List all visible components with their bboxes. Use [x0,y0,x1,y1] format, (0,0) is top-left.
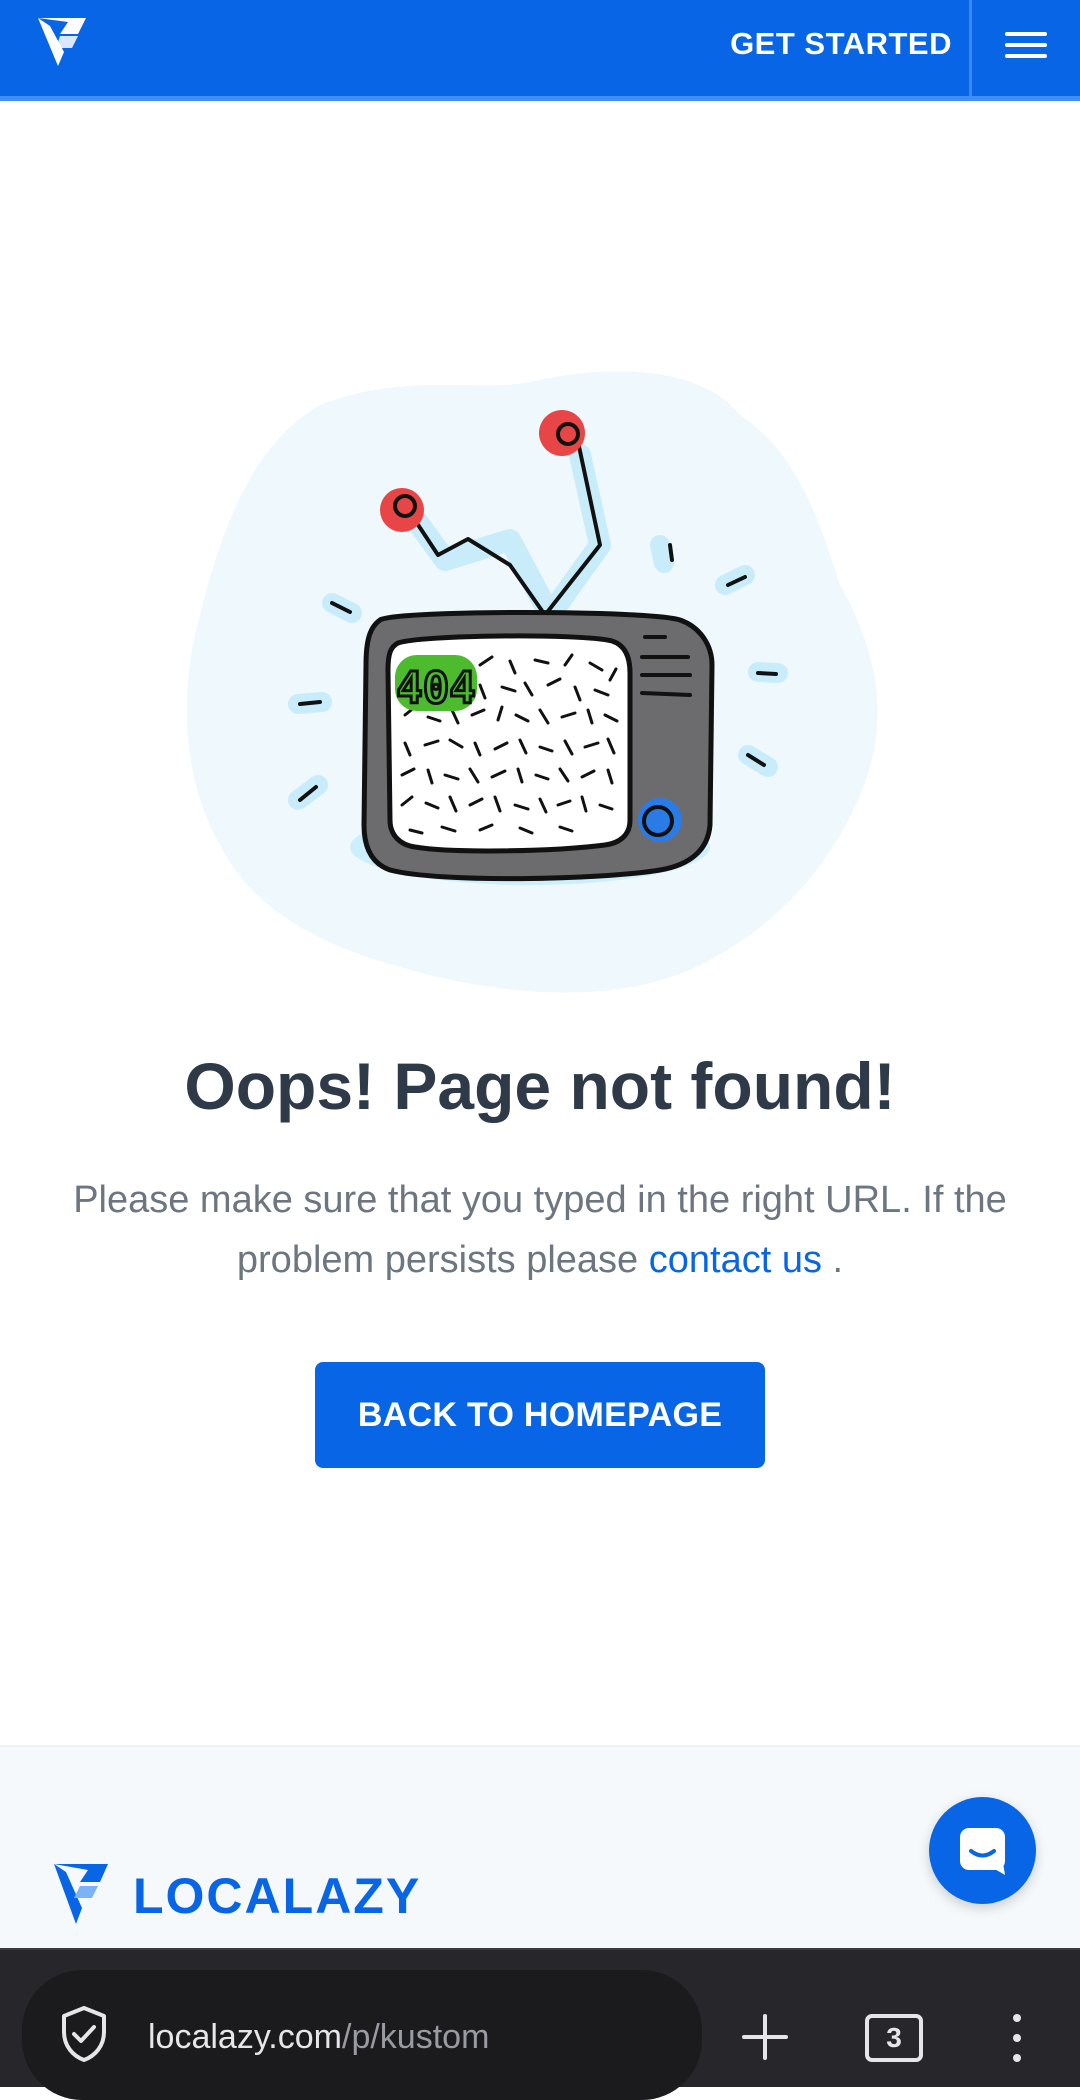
get-started-button[interactable]: GET STARTED [730,24,952,64]
shield-check-icon[interactable] [58,2004,110,2064]
tab-switcher-button[interactable]: 3 [865,2014,923,2062]
contact-us-link[interactable]: contact us [649,1239,822,1281]
browser-toolbar: localazy.com/p/kustom 3 [0,1948,1080,2100]
localazy-logo-icon[interactable] [34,14,92,72]
hamburger-menu-icon[interactable] [972,0,1080,96]
url-path: /p/kustom [342,2018,490,2056]
error-message-end: . [832,1239,844,1281]
error-message-text: Please make sure that you typed in the r… [73,1179,1007,1281]
plus-icon[interactable] [740,2012,790,2062]
error-message: Please make sure that you typed in the r… [45,1170,1035,1290]
back-to-homepage-button[interactable]: BACK TO HOMEPAGE [315,1362,765,1468]
broken-tv-icon: 404 [186,371,878,993]
address-bar[interactable]: localazy.com/p/kustom [22,1970,702,2100]
chat-bubble-icon[interactable] [929,1797,1036,1904]
footer: LOCALAZY [0,1745,1080,1950]
footer-brand-name[interactable]: LOCALAZY [133,1867,421,1925]
vertical-dots-icon[interactable] [1000,2008,1034,2068]
url-text[interactable]: localazy.com/p/kustom [148,2018,489,2057]
top-nav-bar: GET STARTED [0,0,1080,101]
tv-404-text: 404 [396,663,475,714]
url-domain: localazy.com [148,2018,342,2056]
page-title: Oops! Page not found! [184,1049,896,1123]
localazy-footer-logo-icon[interactable] [52,1862,112,1926]
